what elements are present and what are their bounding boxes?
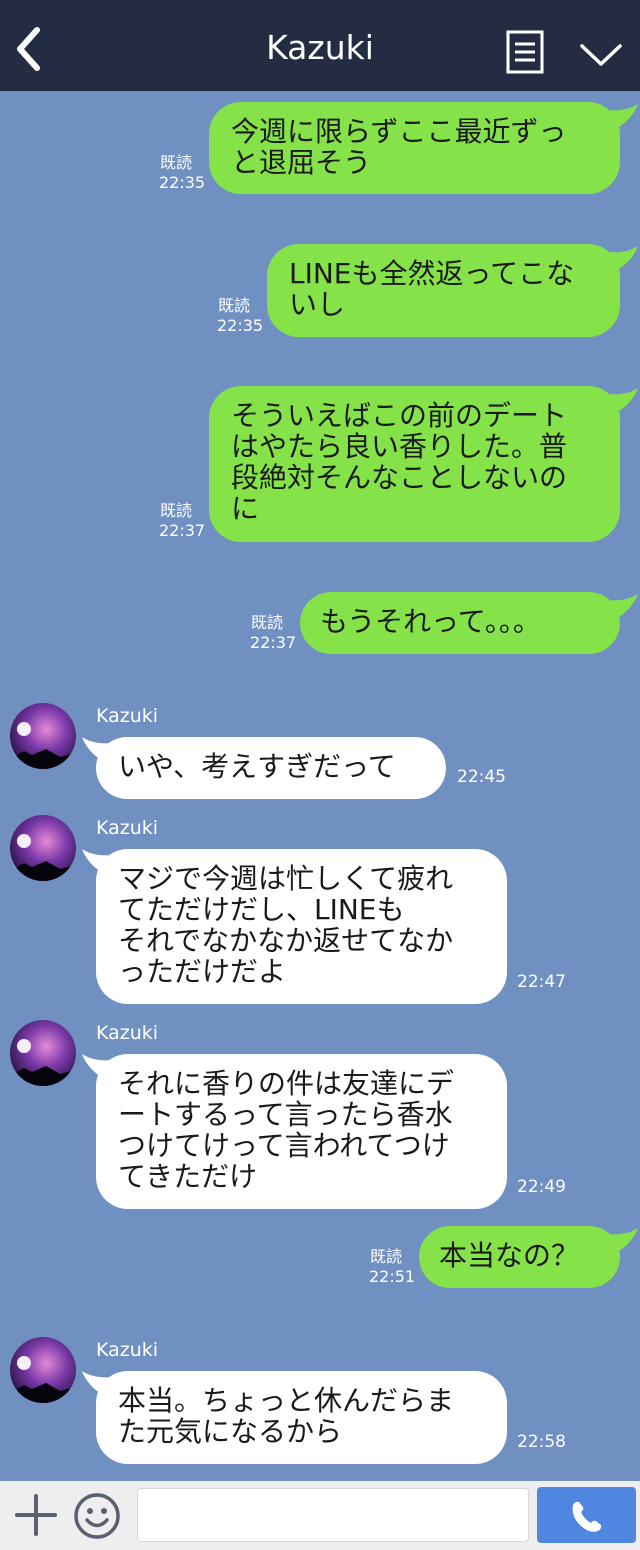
outgoing-message[interactable]: LINEも全然返ってこな いし — [267, 244, 620, 337]
read-label: 既読 — [251, 613, 284, 632]
avatar[interactable] — [10, 703, 76, 769]
bubble-tail — [606, 246, 638, 272]
galaxy-avatar-image — [10, 815, 76, 881]
message-time: 22:35 — [217, 316, 264, 335]
notes-button[interactable] — [506, 30, 544, 74]
read-label: 既読 — [370, 1247, 403, 1266]
menu-button[interactable] — [578, 40, 624, 70]
read-label: 既読 — [160, 501, 193, 520]
incoming-message[interactable]: いや、考えすぎだって — [96, 737, 446, 799]
message-time: 22:45 — [457, 767, 506, 787]
bubble-tail — [606, 594, 638, 620]
message-time: 22:58 — [517, 1432, 566, 1452]
call-button[interactable] — [537, 1487, 636, 1543]
incoming-message[interactable]: 本当。ちょっと休んだらま た元気になるから — [96, 1371, 507, 1464]
chevron-left-icon — [17, 27, 40, 71]
avatar[interactable] — [10, 815, 76, 881]
incoming-message[interactable]: マジで今週は忙しくて疲れ てただけだし、LINEも それでなかなか返せてなか っ… — [96, 849, 507, 1004]
plus-icon — [15, 1494, 57, 1536]
galaxy-avatar-image — [10, 1337, 76, 1403]
message-time: 22:49 — [517, 1177, 566, 1197]
incoming-message[interactable]: それに香りの件は友達にデ ートするって言ったら香水 つけてけって言われてつけ て… — [96, 1054, 507, 1209]
outgoing-message[interactable]: もうそれって。。。 — [300, 592, 620, 654]
outgoing-message[interactable]: 今週に限らずここ最近ずっ と退屈そう — [209, 102, 620, 194]
read-label: 既読 — [160, 153, 193, 172]
avatar[interactable] — [10, 1020, 76, 1086]
sender-name: Kazuki — [96, 705, 159, 727]
composer-bar — [0, 1481, 640, 1550]
sender-name: Kazuki — [96, 817, 159, 839]
bubble-tail — [606, 104, 638, 130]
bubble-tail — [606, 1228, 638, 1254]
message-time: 22:37 — [250, 633, 297, 652]
outgoing-message[interactable]: 本当なの？ — [419, 1226, 620, 1288]
outgoing-message[interactable]: そういえばこの前のデート はやたら良い香りした。普 段絶対そんなことしないの に — [209, 386, 620, 542]
emoji-button[interactable] — [72, 1491, 122, 1541]
phone-icon — [572, 1501, 602, 1532]
message-input[interactable] — [137, 1488, 529, 1542]
chevron-down-icon — [580, 44, 622, 66]
message-time: 22:47 — [517, 972, 566, 992]
message-time: 22:51 — [369, 1267, 416, 1286]
chat-title: Kazuki — [266, 28, 374, 67]
chat-header: Kazuki — [0, 0, 640, 91]
bubble-tail — [606, 388, 638, 414]
avatar[interactable] — [10, 1337, 76, 1403]
message-time: 22:37 — [159, 521, 206, 540]
notes-icon — [506, 30, 544, 74]
sender-name: Kazuki — [96, 1022, 159, 1044]
read-label: 既読 — [218, 296, 251, 315]
galaxy-avatar-image — [10, 703, 76, 769]
galaxy-avatar-image — [10, 1020, 76, 1086]
back-button[interactable] — [10, 22, 50, 72]
sender-name: Kazuki — [96, 1339, 159, 1361]
plus-button[interactable] — [12, 1491, 60, 1539]
message-time: 22:35 — [159, 173, 206, 192]
smiley-icon — [74, 1493, 120, 1539]
